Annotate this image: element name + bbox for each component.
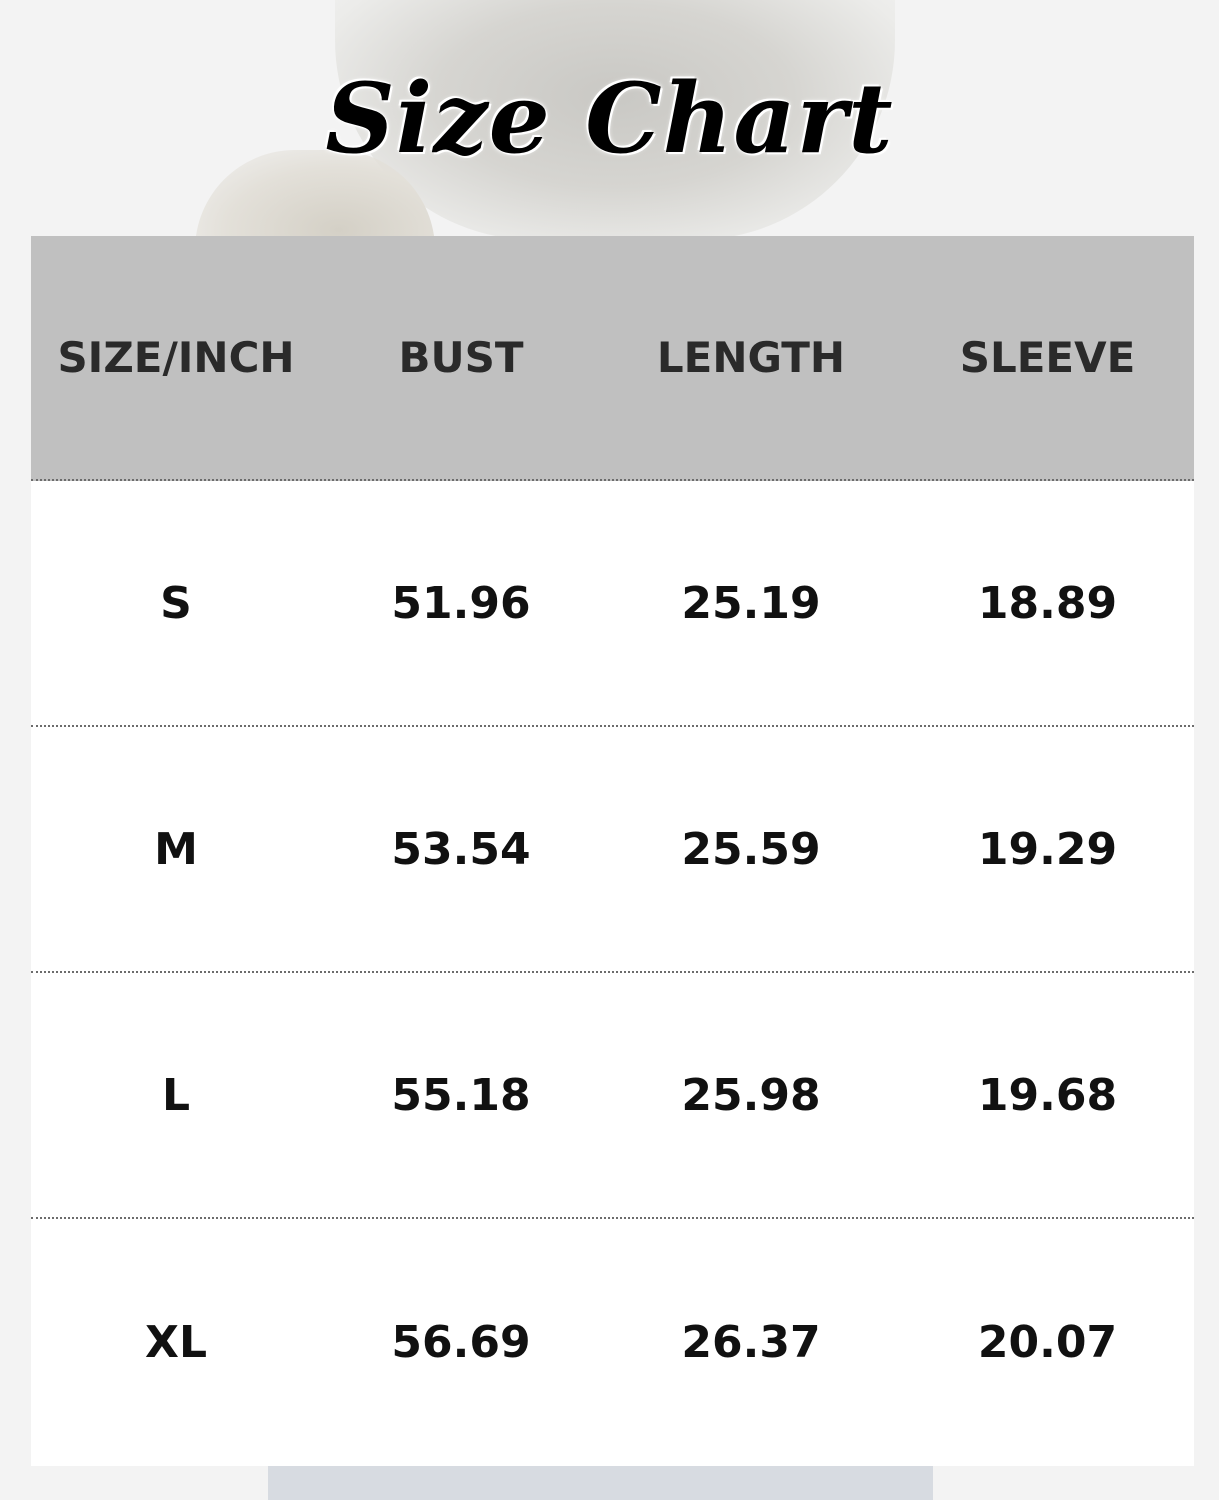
sleeve-cell: 20.07	[977, 1316, 1118, 1368]
table-row: S 51.96 25.19 18.89	[31, 481, 1194, 727]
length-cell: 25.19	[681, 577, 821, 629]
size-table: SIZE/INCH BUST LENGTH SLEEVE S 51.96 25.…	[31, 236, 1194, 1466]
sleeve-cell: 19.29	[977, 823, 1118, 875]
size-cell: L	[161, 1069, 191, 1121]
size-cell: M	[154, 823, 198, 875]
table-header-row: SIZE/INCH BUST LENGTH SLEEVE	[31, 236, 1194, 481]
bust-cell: 55.18	[391, 1069, 531, 1121]
size-cell: S	[160, 577, 192, 629]
sleeve-cell: 19.68	[977, 1069, 1118, 1121]
header-length: LENGTH	[656, 333, 846, 382]
header-sleeve: SLEEVE	[959, 333, 1136, 382]
header-size: SIZE/INCH	[57, 333, 295, 382]
page-title: Size Chart	[325, 62, 894, 175]
table-row: M 53.54 25.59 19.29	[31, 727, 1194, 973]
length-cell: 25.59	[681, 823, 821, 875]
bust-cell: 56.69	[391, 1316, 531, 1368]
table-row: XL 56.69 26.37 20.07	[31, 1219, 1194, 1465]
bust-cell: 53.54	[391, 823, 531, 875]
jacket-hem-image	[268, 1465, 933, 1500]
size-cell: XL	[145, 1316, 207, 1368]
header-bust: BUST	[398, 333, 524, 382]
sleeve-cell: 18.89	[977, 577, 1118, 629]
length-cell: 25.98	[681, 1069, 821, 1121]
table-row: L 55.18 25.98 19.68	[31, 973, 1194, 1219]
bust-cell: 51.96	[391, 577, 531, 629]
length-cell: 26.37	[681, 1316, 821, 1368]
